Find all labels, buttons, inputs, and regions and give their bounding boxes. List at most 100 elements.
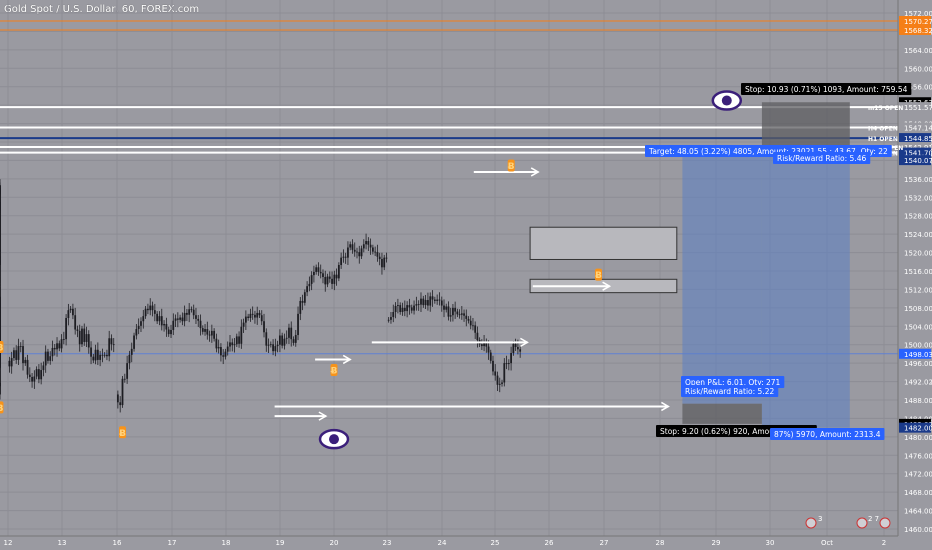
candle-body	[281, 335, 284, 346]
candle-body	[387, 319, 390, 321]
candle-body	[147, 308, 149, 311]
y-tick-label: 1508.00	[904, 305, 932, 313]
candle-body	[492, 360, 494, 372]
y-tick-label: 1564.00	[904, 47, 932, 55]
candle-body	[308, 283, 311, 287]
candle-body	[454, 307, 457, 312]
y-tick-label: 1528.00	[904, 213, 932, 221]
candle-body	[247, 316, 250, 318]
candle-body	[394, 306, 397, 313]
candle-body	[240, 326, 243, 344]
candle-body	[28, 374, 31, 377]
y-tick-label: 1516.00	[904, 268, 932, 276]
candle-body	[195, 315, 197, 319]
y-tick-label: 1488.00	[904, 397, 932, 405]
candle-body	[119, 402, 122, 406]
candle-body	[96, 349, 99, 360]
candle-body	[81, 328, 83, 345]
price-label: 1482.00	[904, 425, 932, 433]
candle-body	[512, 343, 515, 354]
candle-body	[167, 329, 170, 335]
candle-body	[292, 339, 295, 343]
x-tick-label: 17	[168, 539, 177, 547]
candle-body	[469, 320, 472, 326]
y-tick-label: 1472.00	[904, 471, 932, 479]
candle-body	[474, 325, 477, 333]
candle-body	[0, 319, 1, 328]
candle-body	[244, 316, 247, 323]
x-tick-label: 24	[438, 539, 447, 547]
candle-body	[496, 375, 499, 385]
candle-body	[422, 298, 425, 306]
price-chart[interactable]: ɃɃɃɃɃɃ32 7 1460.001464.001468.001472.001…	[0, 0, 932, 550]
candle-body	[151, 305, 154, 311]
candle-body	[67, 310, 70, 318]
candle-body	[427, 300, 429, 306]
candle-body	[301, 300, 304, 303]
candle-body	[15, 350, 18, 360]
eye-icon-pupil	[721, 95, 732, 106]
candle-body	[403, 307, 406, 312]
y-tick-label: 1560.00	[904, 65, 932, 73]
flag-count: 2 7	[868, 515, 879, 523]
candle-body	[381, 259, 383, 268]
candle-body	[0, 218, 1, 242]
x-tick-label: 16	[113, 539, 122, 547]
y-tick-label: 1504.00	[904, 323, 932, 331]
bitcoin-icon-glyph: Ƀ	[0, 344, 4, 354]
candle-body	[480, 344, 483, 347]
candle-body	[74, 315, 77, 330]
candle-body	[226, 346, 229, 352]
candle-body	[335, 274, 338, 279]
candle-body	[40, 370, 43, 380]
candle-body	[467, 318, 470, 321]
candle-body	[351, 244, 354, 250]
candle-body	[213, 330, 216, 339]
x-tick-label: 29	[712, 539, 721, 547]
candle-body	[183, 312, 186, 322]
candle-body	[303, 292, 306, 303]
candle-body	[503, 363, 506, 383]
x-tick-label: 12	[4, 539, 13, 547]
candle-body	[249, 313, 252, 318]
candle-body	[121, 378, 124, 406]
candle-body	[420, 298, 422, 305]
candle-body	[294, 335, 297, 343]
candle-body	[235, 336, 238, 345]
price-label: 1551.57	[904, 104, 932, 112]
candle-body	[201, 328, 204, 332]
price-label: 1547.14	[904, 125, 932, 133]
candle-body	[199, 320, 202, 329]
target-label-short: 87%) 5970, Amount: 2313.4	[774, 430, 881, 439]
candle-body	[35, 369, 38, 377]
candle-body	[47, 351, 49, 361]
candle-body	[356, 251, 358, 253]
x-tick-label: 13	[58, 539, 67, 547]
y-tick-label: 1460.00	[904, 526, 932, 534]
x-tick-label: 28	[656, 539, 665, 547]
time-axis: 12 13 16 17 18 19 20 23 24 25 26 27 28 29 30 Oct 2	[0, 535, 932, 550]
candle-body	[401, 307, 404, 313]
candle-body	[210, 330, 213, 336]
price-label: 1498.03	[904, 351, 932, 359]
candle-body	[31, 376, 33, 382]
long-target-zone	[682, 153, 762, 404]
candle-body	[465, 315, 468, 319]
candle-body	[285, 337, 288, 339]
candle-body	[360, 248, 363, 257]
bitcoin-icon-glyph: Ƀ	[508, 162, 515, 172]
candle-body	[204, 329, 206, 332]
candle-body	[24, 359, 27, 364]
candle-body	[340, 257, 343, 266]
candle-body	[489, 352, 492, 361]
risk-reward-label-short: Risk/Reward Ratio: 5.46	[777, 154, 866, 163]
candle-body	[37, 369, 40, 380]
candle-body	[349, 244, 352, 248]
candle-body	[460, 313, 463, 315]
candles	[0, 179, 522, 413]
candle-body	[374, 251, 377, 253]
candle-body	[288, 327, 290, 338]
candle-body	[290, 327, 293, 340]
candle-body	[65, 317, 68, 340]
y-tick-label: 1500.00	[904, 342, 932, 350]
